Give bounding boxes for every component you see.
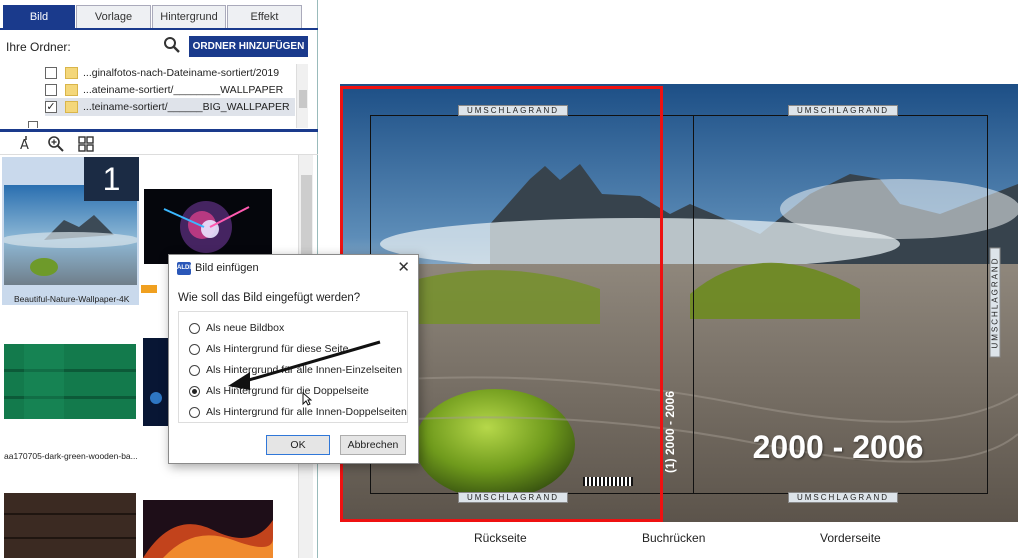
thumbnail[interactable] <box>143 338 169 426</box>
thumbnail-caption: Beautiful-Nature-Wallpaper-4K <box>14 294 130 304</box>
add-folder-button[interactable]: ORDNER HINZUFÜGEN <box>189 36 308 57</box>
spine-right-line <box>693 115 694 494</box>
folder-icon <box>65 101 78 113</box>
folder-name: ...teiname-sortiert/______BIG_WALLPAPER <box>83 101 290 113</box>
close-icon[interactable]: ✕ <box>397 258 410 276</box>
folder-row-partial <box>28 118 298 128</box>
thumbnail[interactable] <box>144 189 272 264</box>
app-icon: ALDI <box>177 262 191 275</box>
color-explosion-thumbnail <box>144 189 272 264</box>
cover-preview[interactable]: UMSCHLAGRAND UMSCHLAGRAND UMSCHLAGRAND U… <box>340 84 1018 522</box>
divider <box>0 129 318 132</box>
spine-title[interactable]: (1) 2000 - 2006 <box>660 372 680 492</box>
margin-label-back-bottom: UMSCHLAGRAND <box>458 492 568 503</box>
tab-vorlage[interactable]: Vorlage <box>76 5 151 28</box>
folder-icon <box>65 67 78 79</box>
margin-label-back-top: UMSCHLAGRAND <box>458 105 568 116</box>
tab-bild[interactable]: Bild <box>3 5 75 28</box>
folder-name: ...ateiname-sortiert/________WALLPAPER <box>83 84 284 96</box>
tab-effekt[interactable]: Effekt <box>227 5 302 28</box>
ok-button[interactable]: OK <box>266 435 330 455</box>
folders-label: Ihre Ordner: <box>6 40 71 54</box>
folder-row[interactable]: ...ateiname-sortiert/________WALLPAPER <box>45 81 295 99</box>
thumbnail[interactable] <box>4 344 136 419</box>
thumbnail[interactable] <box>143 500 273 558</box>
folder-checkbox[interactable]: ✓ <box>45 101 57 113</box>
folder-row[interactable]: ...ginalfotos-nach-Dateiname-sortiert/20… <box>45 64 295 82</box>
cancel-button[interactable]: Abbrechen <box>340 435 406 455</box>
sort-alpha-icon[interactable]: A <box>17 135 35 153</box>
format-badge <box>141 285 157 293</box>
grid-view-icon[interactable] <box>77 135 95 153</box>
margin-label-front-top: UMSCHLAGRAND <box>788 105 898 116</box>
search-icon[interactable] <box>163 36 181 54</box>
page-number-badge: 1 <box>84 157 139 201</box>
zoom-icon[interactable] <box>47 135 65 153</box>
folder-scrollbar[interactable] <box>296 64 308 128</box>
folder-row-selected[interactable]: ✓ ...teiname-sortiert/______BIG_WALLPAPE… <box>45 98 295 116</box>
annotation-arrow-icon <box>228 340 381 390</box>
folder-checkbox[interactable] <box>45 67 57 79</box>
front-cover-label: Vorderseite <box>820 531 881 545</box>
svg-text:A: A <box>20 138 29 153</box>
dialog-title: Bild einfügen <box>195 262 259 274</box>
dark-wood-thumbnail <box>4 493 136 558</box>
night-thumbnail <box>143 338 169 426</box>
option-label: Als Hintergrund für alle Innen-Doppelsei… <box>206 406 407 418</box>
cursor-icon <box>302 392 312 406</box>
dialog-question: Wie soll das Bild eingefügt werden? <box>178 292 361 304</box>
margin-label-front-bottom: UMSCHLAGRAND <box>788 492 898 503</box>
tab-underline <box>0 28 318 30</box>
margin-label-right: UMSCHLAGRAND <box>989 247 1001 358</box>
thumbnail-selected[interactable]: 1 Beautiful-Nature-Wallpaper-4K <box>2 157 139 305</box>
option-label: Als neue Bildbox <box>206 322 285 334</box>
thumbnail-caption: aa170705-dark-green-wooden-ba... <box>4 451 138 461</box>
front-title[interactable]: 2000 - 2006 <box>718 427 958 467</box>
orange-waves-thumbnail <box>143 500 273 558</box>
green-wood-thumbnail <box>4 344 136 419</box>
folder-name: ...ginalfotos-nach-Dateiname-sortiert/20… <box>83 67 280 79</box>
spine-label: Buchrücken <box>642 531 706 545</box>
folder-icon <box>65 84 78 96</box>
folder-checkbox[interactable] <box>45 84 57 96</box>
back-cover-label: Rückseite <box>474 531 527 545</box>
tab-hintergrund[interactable]: Hintergrund <box>152 5 226 28</box>
barcode <box>583 477 633 486</box>
thumbnail[interactable] <box>4 493 136 558</box>
